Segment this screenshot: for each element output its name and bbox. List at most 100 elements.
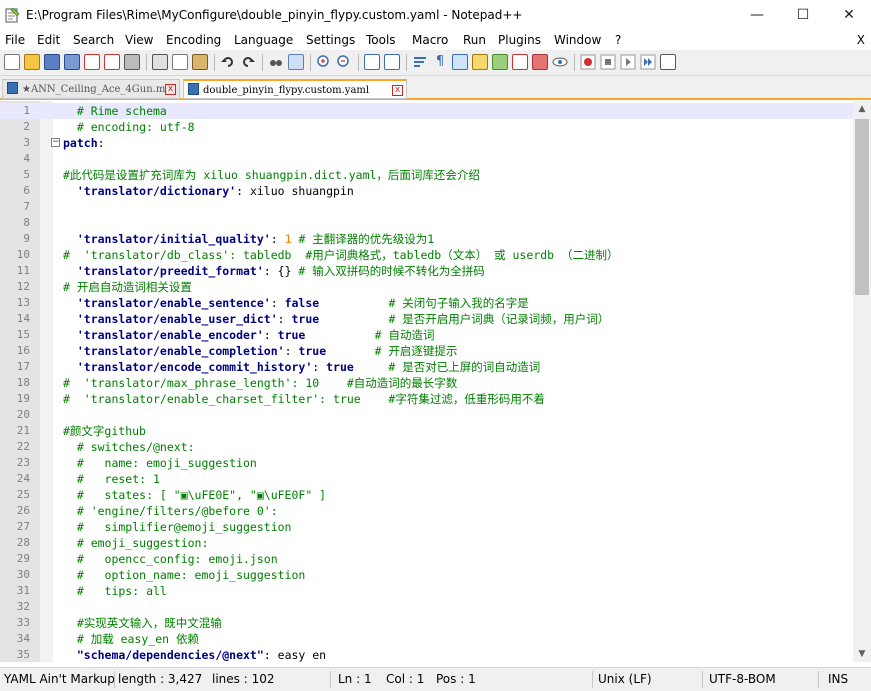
indent-guide-icon[interactable] [452, 54, 468, 70]
code-line[interactable]: 20 [0, 407, 853, 423]
document-map-icon[interactable] [492, 54, 508, 70]
menu-tools[interactable]: Tools [366, 33, 396, 47]
tab-double-pinyin[interactable]: double_pinyin_flypy.custom.yaml x [183, 79, 407, 99]
tab-ann-ceiling[interactable]: ★ANN_Ceiling_Ace_4Gun.m x [2, 79, 180, 99]
code-line[interactable]: 35 "schema/dependencies/@next": easy en [0, 647, 853, 662]
status-insert-mode: INS [828, 672, 849, 686]
code-text: # 加载 easy_en 依赖 [63, 632, 200, 646]
user-defined-language-icon[interactable] [472, 54, 488, 70]
code-line[interactable]: 18 # 'translator/max_phrase_length': 10 #… [0, 375, 853, 391]
minimize-button[interactable]: — [734, 0, 780, 30]
word-wrap-icon[interactable] [412, 54, 428, 70]
menu-settings[interactable]: Settings [306, 33, 355, 47]
menu-view[interactable]: View [125, 33, 153, 47]
show-all-characters-icon[interactable]: ¶ [432, 54, 448, 70]
menu-edit[interactable]: Edit [37, 33, 60, 47]
scroll-down-arrow-icon[interactable]: ▼ [853, 646, 871, 662]
menu-language[interactable]: Language [234, 33, 293, 47]
code-line[interactable]: 11 'translator/preedit_format': {} # 输入双… [0, 263, 853, 279]
paste-icon[interactable] [192, 54, 208, 70]
vertical-scrollbar[interactable]: ▲ ▼ [853, 101, 871, 662]
code-line[interactable]: 6 'translator/dictionary': xiluo shuangp… [0, 183, 853, 199]
save-icon[interactable] [44, 54, 60, 70]
code-line[interactable]: 12 # 开启自动造词相关设置 [0, 279, 853, 295]
menu-run[interactable]: Run [463, 33, 486, 47]
code-line[interactable]: 19 # 'translator/enable_charset_filter': … [0, 391, 853, 407]
code-line[interactable]: 27 # simplifier@emoji_suggestion [0, 519, 853, 535]
code-text: # switches/@next: [63, 440, 195, 454]
function-list-icon[interactable] [512, 54, 528, 70]
zoom-out-icon[interactable] [336, 54, 352, 70]
code-line[interactable]: 1 # Rime schema [0, 103, 853, 119]
code-line[interactable]: 25 # states: [ "▣\uFE0E", "▣\uFE0F" ] [0, 487, 853, 503]
monitoring-icon[interactable] [552, 54, 568, 70]
close-file-icon[interactable] [84, 54, 100, 70]
open-file-icon[interactable] [24, 54, 40, 70]
code-line[interactable]: 23 # name: emoji_suggestion [0, 455, 853, 471]
menu-window[interactable]: Window [554, 33, 601, 47]
code-line[interactable]: 8 [0, 215, 853, 231]
code-line[interactable]: 32 [0, 599, 853, 615]
save-all-icon[interactable] [64, 54, 80, 70]
scroll-up-arrow-icon[interactable]: ▲ [853, 101, 871, 117]
save-macro-icon[interactable] [660, 54, 676, 70]
find-icon[interactable] [268, 54, 284, 70]
menu-macro[interactable]: Macro [412, 33, 448, 47]
maximize-button[interactable]: ☐ [780, 0, 826, 30]
menu-encoding[interactable]: Encoding [166, 33, 221, 47]
code-line[interactable]: 13 'translator/enable_sentence': false #… [0, 295, 853, 311]
print-icon[interactable] [124, 54, 140, 70]
copy-icon[interactable] [172, 54, 188, 70]
new-file-icon[interactable] [4, 54, 20, 70]
code-line[interactable]: 29 # opencc_config: emoji.json [0, 551, 853, 567]
close-button[interactable]: ✕ [826, 0, 871, 30]
code-line[interactable]: 7 [0, 199, 853, 215]
code-line[interactable]: 15 'translator/enable_encoder': true # 自… [0, 327, 853, 343]
close-all-icon[interactable] [104, 54, 120, 70]
code-line[interactable]: 22 # switches/@next: [0, 439, 853, 455]
code-line[interactable]: 17 'translator/encode_commit_history': t… [0, 359, 853, 375]
record-macro-icon[interactable] [580, 54, 596, 70]
redo-icon[interactable] [240, 54, 256, 70]
code-line[interactable]: 28 # emoji_suggestion: [0, 535, 853, 551]
close-document-button[interactable]: X [857, 33, 865, 47]
replace-icon[interactable] [288, 54, 304, 70]
menu-plugins[interactable]: Plugins [498, 33, 541, 47]
code-line[interactable]: 14 'translator/enable_user_dict': true #… [0, 311, 853, 327]
code-line[interactable]: 33 #实现英文输入，既中文混输 [0, 615, 853, 631]
fold-toggle-icon[interactable]: − [51, 138, 60, 147]
code-line[interactable]: 21 #颜文字github [0, 423, 853, 439]
tab-close-icon[interactable]: x [392, 85, 403, 96]
cut-icon[interactable] [152, 54, 168, 70]
code-line[interactable]: 2 # encoding: utf-8 [0, 119, 853, 135]
undo-icon[interactable] [220, 54, 236, 70]
line-number: 29 [16, 552, 30, 565]
sync-horizontal-icon[interactable] [384, 54, 400, 70]
menu-file[interactable]: File [5, 33, 25, 47]
code-line[interactable]: 24 # reset: 1 [0, 471, 853, 487]
menu-help[interactable]: ? [615, 33, 621, 47]
status-eol[interactable]: Unix (LF) [598, 672, 652, 686]
run-macro-multiple-icon[interactable] [640, 54, 656, 70]
scroll-thumb[interactable] [855, 119, 869, 295]
tab-bar: ★ANN_Ceiling_Ace_4Gun.m x double_pinyin_… [0, 76, 871, 100]
code-line[interactable]: 26 # 'engine/filters/@before 0': [0, 503, 853, 519]
code-line[interactable]: 30 # option_name: emoji_suggestion [0, 567, 853, 583]
code-line[interactable]: 3 − patch: [0, 135, 853, 151]
tab-close-icon[interactable]: x [165, 84, 176, 95]
sync-vertical-icon[interactable] [364, 54, 380, 70]
code-line[interactable]: 10 # 'translator/db_class': tabledb #用户词典… [0, 247, 853, 263]
code-line[interactable]: 16 'translator/enable_completion': true … [0, 343, 853, 359]
code-line[interactable]: 9 'translator/initial_quality': 1 # 主翻译器… [0, 231, 853, 247]
status-encoding[interactable]: UTF-8-BOM [709, 672, 776, 686]
stop-macro-icon[interactable] [600, 54, 616, 70]
code-line[interactable]: 31 # tips: all [0, 583, 853, 599]
code-line[interactable]: 5 #此代码是设置扩充词库为 xiluo shuangpin.dict.yaml，… [0, 167, 853, 183]
menu-search[interactable]: Search [73, 33, 114, 47]
play-macro-icon[interactable] [620, 54, 636, 70]
zoom-in-icon[interactable] [316, 54, 332, 70]
folder-as-workspace-icon[interactable] [532, 54, 548, 70]
code-line[interactable]: 4 [0, 151, 853, 167]
code-line[interactable]: 34 # 加载 easy_en 依赖 [0, 631, 853, 647]
code-editor[interactable]: 1 # Rime schema 2 # encoding: utf-8 3− patc… [0, 101, 871, 662]
